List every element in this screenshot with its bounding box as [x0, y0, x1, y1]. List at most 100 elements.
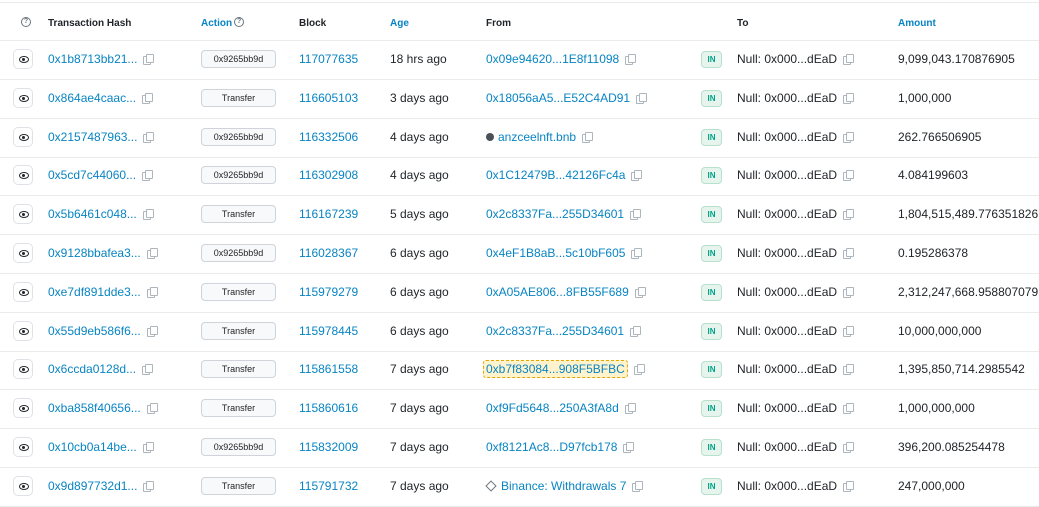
block-link[interactable]: 115978445 — [299, 324, 358, 338]
eye-pupil — [22, 252, 25, 255]
view-details-button[interactable] — [13, 321, 33, 341]
amount-column-header[interactable]: Amount — [898, 3, 936, 40]
action-column-header[interactable]: Action? — [201, 3, 245, 40]
copy-icon[interactable] — [630, 325, 642, 337]
copy-icon[interactable] — [631, 247, 643, 259]
tx-hash-link[interactable]: 0x2157487963... — [48, 130, 137, 144]
view-details-button[interactable] — [13, 204, 33, 224]
copy-icon[interactable] — [633, 363, 645, 375]
copy-icon[interactable] — [634, 286, 646, 298]
block-cell: 115832009 — [299, 428, 358, 467]
copy-icon[interactable] — [146, 325, 158, 337]
block-link[interactable]: 117077635 — [299, 52, 358, 66]
copy-icon[interactable] — [142, 92, 154, 104]
block-link[interactable]: 115860616 — [299, 401, 358, 415]
tx-hash-link[interactable]: 0x6ccda0128d... — [48, 362, 136, 376]
copy-icon[interactable] — [843, 208, 855, 220]
copy-icon[interactable] — [843, 131, 855, 143]
tx-hash-link[interactable]: 0x9d897732d1... — [48, 479, 137, 493]
copy-icon[interactable] — [143, 131, 155, 143]
from-address-link[interactable]: 0x09e94620...1E8f11098 — [486, 52, 619, 66]
copy-icon[interactable] — [630, 208, 642, 220]
view-details-button[interactable] — [13, 359, 33, 379]
tx-hash-link[interactable]: 0x9128bbafea3... — [48, 246, 141, 260]
view-details-button[interactable] — [13, 88, 33, 108]
from-address-link[interactable]: 0xb7f83084...908F5BFBC — [483, 360, 628, 378]
from-address-link[interactable]: 0xf9Fd5648...250A3fA8d — [486, 401, 619, 415]
age-column-header[interactable]: Age — [390, 3, 409, 40]
view-details-button[interactable] — [13, 165, 33, 185]
copy-icon[interactable] — [843, 53, 855, 65]
copy-icon[interactable] — [843, 441, 855, 453]
from-address-link[interactable]: 0x2c8337Fa...255D34601 — [486, 207, 624, 221]
from-address-link[interactable]: 0xf8121Ac8...D97fcb178 — [486, 440, 617, 454]
copy-icon[interactable] — [631, 169, 643, 181]
block-link[interactable]: 115791732 — [299, 479, 358, 493]
copy-icon[interactable] — [843, 402, 855, 414]
view-details-button[interactable] — [13, 476, 33, 496]
block-link[interactable]: 116302908 — [299, 168, 358, 182]
copy-icon[interactable] — [142, 363, 154, 375]
from-cell: 0xb7f83084...908F5BFBC — [483, 350, 645, 389]
copy-icon[interactable] — [146, 402, 158, 414]
tx-hash-cell: 0xe7df891dde3... — [48, 273, 158, 312]
from-address-link[interactable]: 0x1C12479B...42126Fc4a — [486, 168, 625, 182]
copy-icon[interactable] — [843, 169, 855, 181]
copy-icon[interactable] — [143, 480, 155, 492]
tx-hash-link[interactable]: 0x1b8713bb21... — [48, 52, 137, 66]
block-link[interactable]: 115861558 — [299, 362, 358, 376]
block-link[interactable]: 115979279 — [299, 285, 358, 299]
copy-icon[interactable] — [636, 92, 648, 104]
table-row: 0x9128bbafea3... 0x9265bb9d 116028367 6 day… — [0, 234, 1039, 274]
block-link[interactable]: 116167239 — [299, 207, 358, 221]
block-link[interactable]: 116605103 — [299, 91, 358, 105]
copy-icon[interactable] — [843, 325, 855, 337]
copy-icon[interactable] — [843, 363, 855, 375]
from-address-link[interactable]: 0xA05AE806...8FB55F689 — [486, 285, 629, 299]
copy-icon[interactable] — [843, 286, 855, 298]
copy-icon[interactable] — [625, 53, 637, 65]
view-details-button[interactable] — [13, 127, 33, 147]
tx-hash-link[interactable]: 0xba858f40656... — [48, 401, 141, 415]
block-link[interactable]: 116332506 — [299, 130, 358, 144]
copy-icon[interactable] — [143, 53, 155, 65]
from-address-link[interactable]: 0x4eF1B8aB...5c10bF605 — [486, 246, 625, 260]
from-address-link[interactable]: 0x18056aA5...E52C4AD91 — [486, 91, 630, 105]
copy-icon[interactable] — [843, 92, 855, 104]
copy-icon[interactable] — [142, 169, 154, 181]
view-details-button[interactable] — [13, 49, 33, 69]
view-details-button[interactable] — [13, 282, 33, 302]
copy-icon[interactable] — [142, 208, 154, 220]
tx-hash-cell: 0x9d897732d1... — [48, 467, 155, 506]
copy-icon[interactable] — [624, 402, 636, 414]
copy-icon[interactable] — [623, 441, 635, 453]
view-details-button[interactable] — [13, 437, 33, 457]
tx-hash-link[interactable]: 0x55d9eb586f6... — [48, 324, 141, 338]
table-row: 0x5b6461c048... Transfer 116167239 5 days a… — [0, 195, 1039, 235]
copy-icon[interactable] — [632, 480, 644, 492]
copy-icon[interactable] — [146, 286, 158, 298]
amount-cell: 1,395,850,714.2985542 — [898, 362, 1025, 376]
from-address-link[interactable]: anzceelnft.bnb — [498, 130, 576, 144]
age-cell: 18 hrs ago — [390, 52, 447, 66]
copy-icon[interactable] — [146, 247, 158, 259]
tx-hash-link[interactable]: 0x5cd7c44060... — [48, 168, 136, 182]
tx-hash-link[interactable]: 0x864ae4caac... — [48, 91, 136, 105]
copy-icon[interactable] — [142, 441, 154, 453]
view-details-button[interactable] — [13, 398, 33, 418]
eye-pupil — [22, 330, 25, 333]
view-details-button[interactable] — [13, 243, 33, 263]
from-address-link[interactable]: Binance: Withdrawals 7 — [501, 479, 626, 493]
from-address-link[interactable]: 0x2c8337Fa...255D34601 — [486, 324, 624, 338]
copy-icon[interactable] — [582, 131, 594, 143]
copy-icon[interactable] — [843, 247, 855, 259]
tx-hash-link[interactable]: 0x5b6461c048... — [48, 207, 137, 221]
direction-badge: IN — [701, 400, 722, 417]
copy-icon[interactable] — [843, 480, 855, 492]
info-column-header[interactable]: ? — [19, 3, 31, 40]
tx-hash-link[interactable]: 0x10cb0a14be... — [48, 440, 137, 454]
block-link[interactable]: 116028367 — [299, 246, 358, 260]
block-link[interactable]: 115832009 — [299, 440, 358, 454]
tx-hash-link[interactable]: 0xe7df891dde3... — [48, 285, 141, 299]
block-cell: 117077635 — [299, 40, 358, 79]
